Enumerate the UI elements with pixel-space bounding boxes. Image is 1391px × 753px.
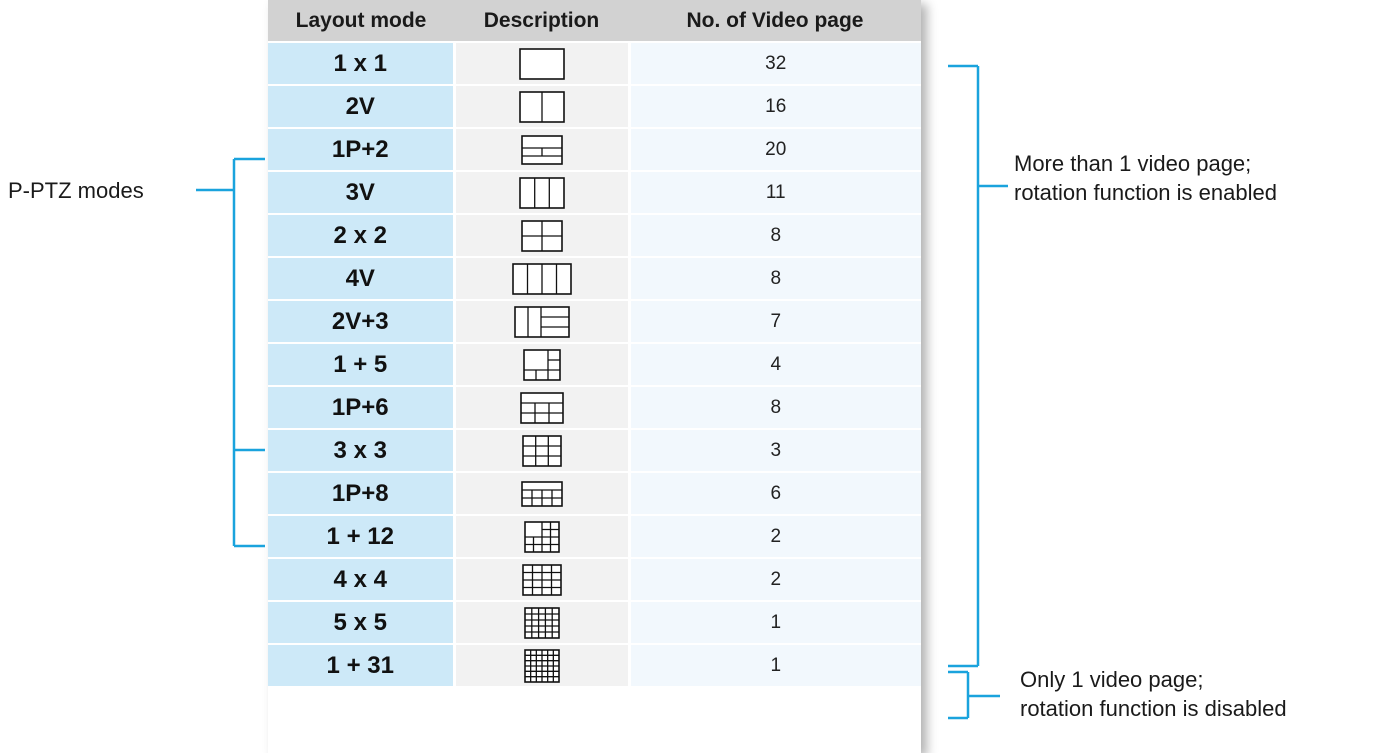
multi-page-note-line1: More than 1 video page; [1014, 151, 1252, 176]
single-page-bracket [948, 670, 1000, 720]
single-page-note-line1: Only 1 video page; [1020, 667, 1204, 692]
pptz-modes-label: P-PTZ modes [8, 178, 144, 203]
pptz-bracket [196, 157, 265, 548]
single-page-note-line2: rotation function is disabled [1020, 696, 1287, 721]
multi-page-bracket [948, 64, 1008, 668]
annotation-layer [196, 64, 1008, 720]
multi-page-note-line2: rotation function is enabled [1014, 180, 1277, 205]
